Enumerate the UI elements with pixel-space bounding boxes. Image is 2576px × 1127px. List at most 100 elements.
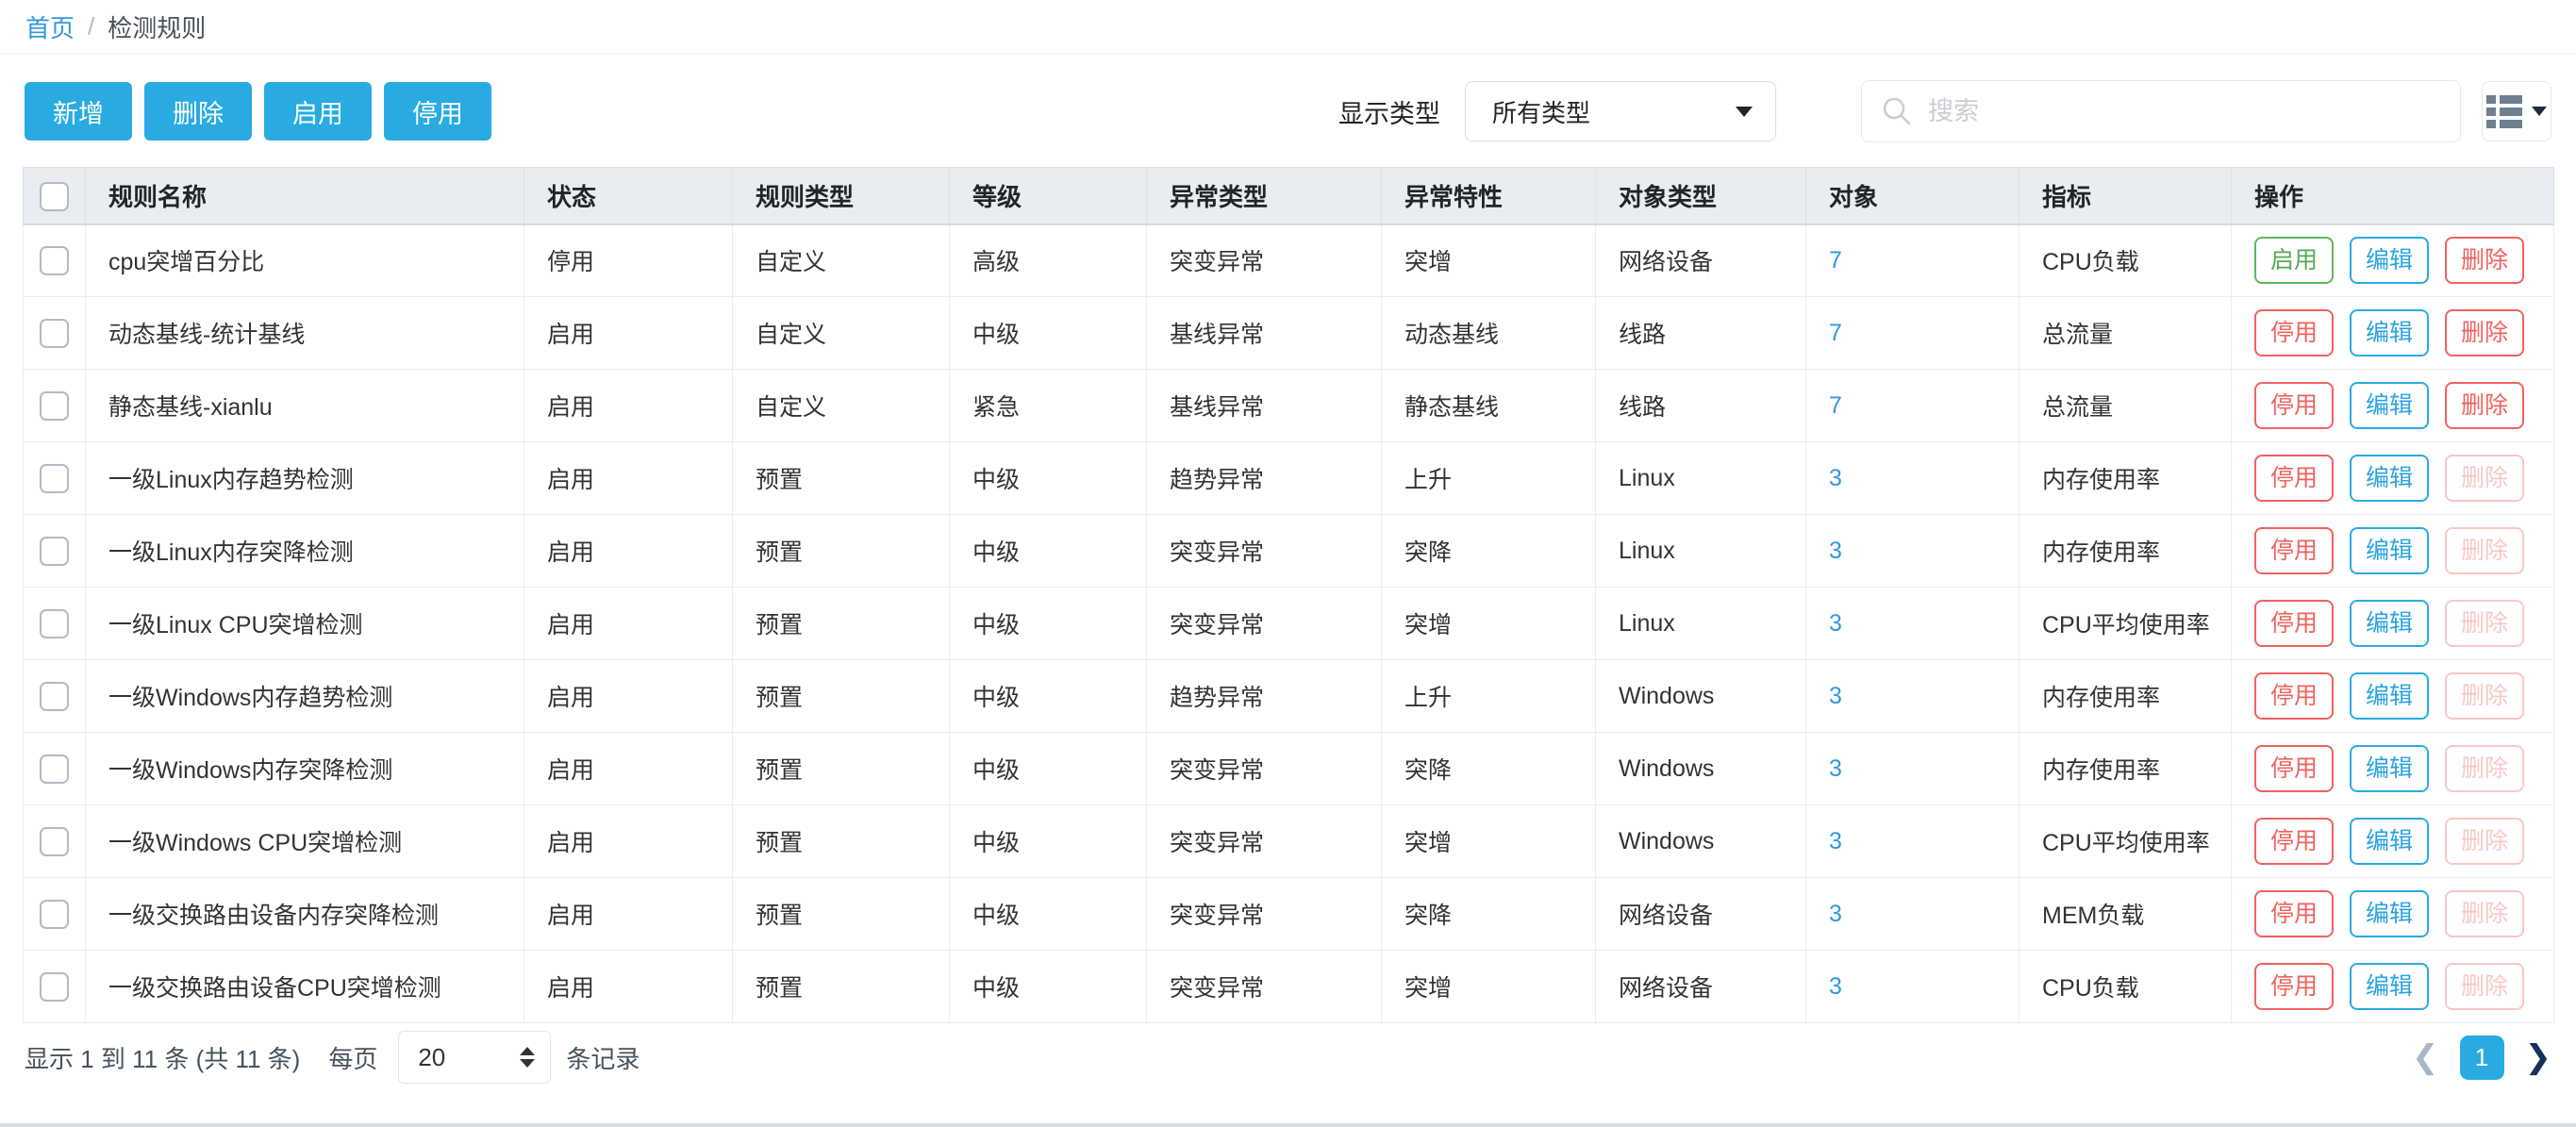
- columns-toggle-button[interactable]: [2482, 81, 2551, 141]
- table-row: 一级Linux内存突降检测 启用 预置 中级 突变异常 突降 Linux 3 内…: [24, 515, 2554, 588]
- cell-rule-type: 自定义: [733, 370, 950, 442]
- cell-metric: 内存使用率: [2019, 442, 2232, 515]
- row-edit-button[interactable]: 编辑: [2350, 890, 2429, 937]
- enable-button[interactable]: 启用: [264, 82, 372, 141]
- column-header-level: 等级: [950, 168, 1147, 224]
- row-checkbox[interactable]: [40, 246, 69, 275]
- cell-anomaly-trait: 突增: [1382, 588, 1596, 660]
- object-count-link[interactable]: 3: [1829, 683, 1842, 709]
- row-toggle-button[interactable]: 停用: [2254, 382, 2334, 429]
- breadcrumb-home-link[interactable]: 首页: [25, 9, 75, 44]
- object-count-link[interactable]: 3: [1829, 828, 1842, 854]
- row-checkbox[interactable]: [40, 464, 69, 493]
- next-page-button[interactable]: ❯: [2525, 1041, 2552, 1073]
- cell-rule-type: 预置: [733, 805, 950, 878]
- row-checkbox[interactable]: [40, 754, 69, 784]
- delete-button[interactable]: 删除: [144, 82, 252, 141]
- cell-status: 启用: [524, 733, 733, 805]
- cell-rule-name: 一级Windows内存突降检测: [86, 733, 524, 805]
- cell-rule-type: 预置: [733, 660, 950, 733]
- object-count-link[interactable]: 3: [1829, 610, 1842, 637]
- cell-anomaly-type: 突变异常: [1147, 805, 1382, 878]
- disable-button[interactable]: 停用: [384, 82, 491, 141]
- table-row: 一级Windows CPU突增检测 启用 预置 中级 突变异常 突增 Windo…: [24, 805, 2554, 878]
- row-delete-button[interactable]: 删除: [2445, 237, 2524, 284]
- cell-anomaly-type: 突变异常: [1147, 515, 1382, 588]
- table-row: 一级Linux CPU突增检测 启用 预置 中级 突变异常 突增 Linux 3…: [24, 588, 2554, 660]
- cell-level: 高级: [950, 224, 1147, 297]
- previous-page-button[interactable]: ❮: [2412, 1041, 2439, 1073]
- cell-object-type: Windows: [1596, 733, 1806, 805]
- row-toggle-button[interactable]: 停用: [2254, 455, 2334, 502]
- display-type-select[interactable]: 所有类型: [1465, 81, 1776, 141]
- row-edit-button[interactable]: 编辑: [2350, 455, 2429, 502]
- cell-anomaly-trait: 突降: [1382, 878, 1596, 951]
- row-edit-button[interactable]: 编辑: [2350, 309, 2429, 356]
- row-delete-button[interactable]: 删除: [2445, 382, 2524, 429]
- search-input[interactable]: [1928, 97, 2441, 126]
- row-checkbox[interactable]: [40, 391, 69, 421]
- cell-object-type: Linux: [1596, 442, 1806, 515]
- cell-metric: CPU平均使用率: [2019, 588, 2232, 660]
- page-size-select[interactable]: 20: [398, 1031, 551, 1084]
- row-delete-button: 删除: [2445, 600, 2524, 647]
- row-toggle-button[interactable]: 停用: [2254, 672, 2334, 720]
- row-edit-button[interactable]: 编辑: [2350, 600, 2429, 647]
- row-edit-button[interactable]: 编辑: [2350, 527, 2429, 574]
- row-toggle-button[interactable]: 停用: [2254, 963, 2334, 1010]
- cell-rule-type: 预置: [733, 733, 950, 805]
- display-type-value: 所有类型: [1492, 94, 1590, 129]
- cell-metric: 内存使用率: [2019, 733, 2232, 805]
- add-button[interactable]: 新增: [25, 82, 132, 141]
- row-edit-button[interactable]: 编辑: [2350, 745, 2429, 792]
- cell-anomaly-type: 突变异常: [1147, 951, 1382, 1023]
- row-edit-button[interactable]: 编辑: [2350, 963, 2429, 1010]
- row-edit-button[interactable]: 编辑: [2350, 818, 2429, 865]
- row-edit-button[interactable]: 编辑: [2350, 382, 2429, 429]
- row-toggle-button[interactable]: 停用: [2254, 600, 2334, 647]
- rules-table-wrap: 规则名称 状态 规则类型 等级 异常类型 异常特性 对象类型 对象 指标 操作 …: [23, 167, 2553, 1023]
- table-row: 一级Linux内存趋势检测 启用 预置 中级 趋势异常 上升 Linux 3 内…: [24, 442, 2554, 515]
- cell-rule-name: 一级交换路由设备CPU突增检测: [86, 951, 524, 1023]
- object-count-link[interactable]: 3: [1829, 538, 1842, 564]
- object-count-link[interactable]: 7: [1829, 320, 1842, 346]
- object-count-link[interactable]: 3: [1829, 755, 1842, 782]
- object-count-link[interactable]: 7: [1829, 247, 1842, 273]
- row-checkbox[interactable]: [40, 537, 69, 566]
- cell-anomaly-type: 基线异常: [1147, 370, 1382, 442]
- column-header-status: 状态: [524, 168, 733, 224]
- cell-status: 启用: [524, 297, 733, 370]
- page-1-button[interactable]: 1: [2460, 1036, 2504, 1080]
- table-row: 一级交换路由设备CPU突增检测 启用 预置 中级 突变异常 突增 网络设备 3 …: [24, 951, 2554, 1023]
- row-checkbox[interactable]: [40, 827, 69, 856]
- row-toggle-button[interactable]: 启用: [2254, 237, 2334, 284]
- cell-anomaly-type: 突变异常: [1147, 224, 1382, 297]
- object-count-link[interactable]: 3: [1829, 973, 1842, 1000]
- object-count-link[interactable]: 3: [1829, 901, 1842, 927]
- row-toggle-button[interactable]: 停用: [2254, 890, 2334, 937]
- cell-level: 中级: [950, 660, 1147, 733]
- toolbar: 新增 删除 启用 停用 显示类型 所有类型: [25, 80, 2551, 142]
- select-all-checkbox[interactable]: [40, 182, 69, 211]
- cell-status: 启用: [524, 588, 733, 660]
- row-checkbox[interactable]: [40, 319, 69, 348]
- object-count-link[interactable]: 7: [1829, 392, 1842, 419]
- row-delete-button: 删除: [2445, 745, 2524, 792]
- row-delete-button[interactable]: 删除: [2445, 309, 2524, 356]
- cell-metric: CPU平均使用率: [2019, 805, 2232, 878]
- row-checkbox[interactable]: [40, 900, 69, 929]
- row-delete-button: 删除: [2445, 672, 2524, 720]
- breadcrumb: 首页 / 检测规则: [0, 0, 2576, 54]
- row-toggle-button[interactable]: 停用: [2254, 745, 2334, 792]
- row-checkbox[interactable]: [40, 682, 69, 711]
- row-toggle-button[interactable]: 停用: [2254, 309, 2334, 356]
- row-edit-button[interactable]: 编辑: [2350, 237, 2429, 284]
- object-count-link[interactable]: 3: [1829, 465, 1842, 491]
- row-edit-button[interactable]: 编辑: [2350, 672, 2429, 720]
- row-checkbox[interactable]: [40, 609, 69, 638]
- pagination-summary: 显示 1 到 11 条 (共 11 条): [25, 1040, 300, 1075]
- row-checkbox[interactable]: [40, 972, 69, 1002]
- rules-table: 规则名称 状态 规则类型 等级 异常类型 异常特性 对象类型 对象 指标 操作 …: [23, 167, 2554, 1023]
- row-toggle-button[interactable]: 停用: [2254, 818, 2334, 865]
- row-toggle-button[interactable]: 停用: [2254, 527, 2334, 574]
